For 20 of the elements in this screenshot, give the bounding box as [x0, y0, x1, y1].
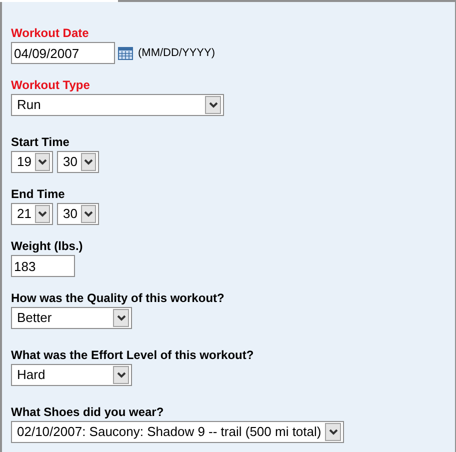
field-label: What was the Effort Level of this workout?	[11, 348, 254, 362]
hour-dropdown[interactable]: 21	[11, 203, 53, 225]
field-label: What Shoes did you wear?	[11, 405, 164, 419]
field-label: Start Time	[11, 135, 70, 149]
dropdown[interactable]: Better	[11, 307, 132, 329]
field-label: Workout Date	[11, 26, 89, 40]
field-label: How was the Quality of this workout?	[11, 291, 224, 305]
text-field[interactable]: 183	[11, 255, 75, 277]
dropdown[interactable]: Run	[11, 94, 224, 116]
minute-dropdown[interactable]: 30	[57, 151, 99, 173]
hour-dropdown[interactable]: 19	[11, 151, 53, 173]
field-label: Workout Type	[11, 78, 90, 92]
field-label: End Time	[11, 187, 65, 201]
date-format-hint: (MM/DD/YYYY)	[138, 46, 215, 61]
minute-dropdown[interactable]: 30	[57, 203, 99, 225]
dropdown[interactable]: Hard	[11, 364, 132, 386]
dropdown[interactable]: 02/10/2007: Saucony: Shadow 9 -- trail (500 mi total)	[11, 421, 344, 443]
field-label: Weight (lbs.)	[11, 239, 83, 253]
calendar-icon[interactable]	[118, 46, 133, 60]
date-field[interactable]: 04/09/2007	[11, 42, 115, 64]
